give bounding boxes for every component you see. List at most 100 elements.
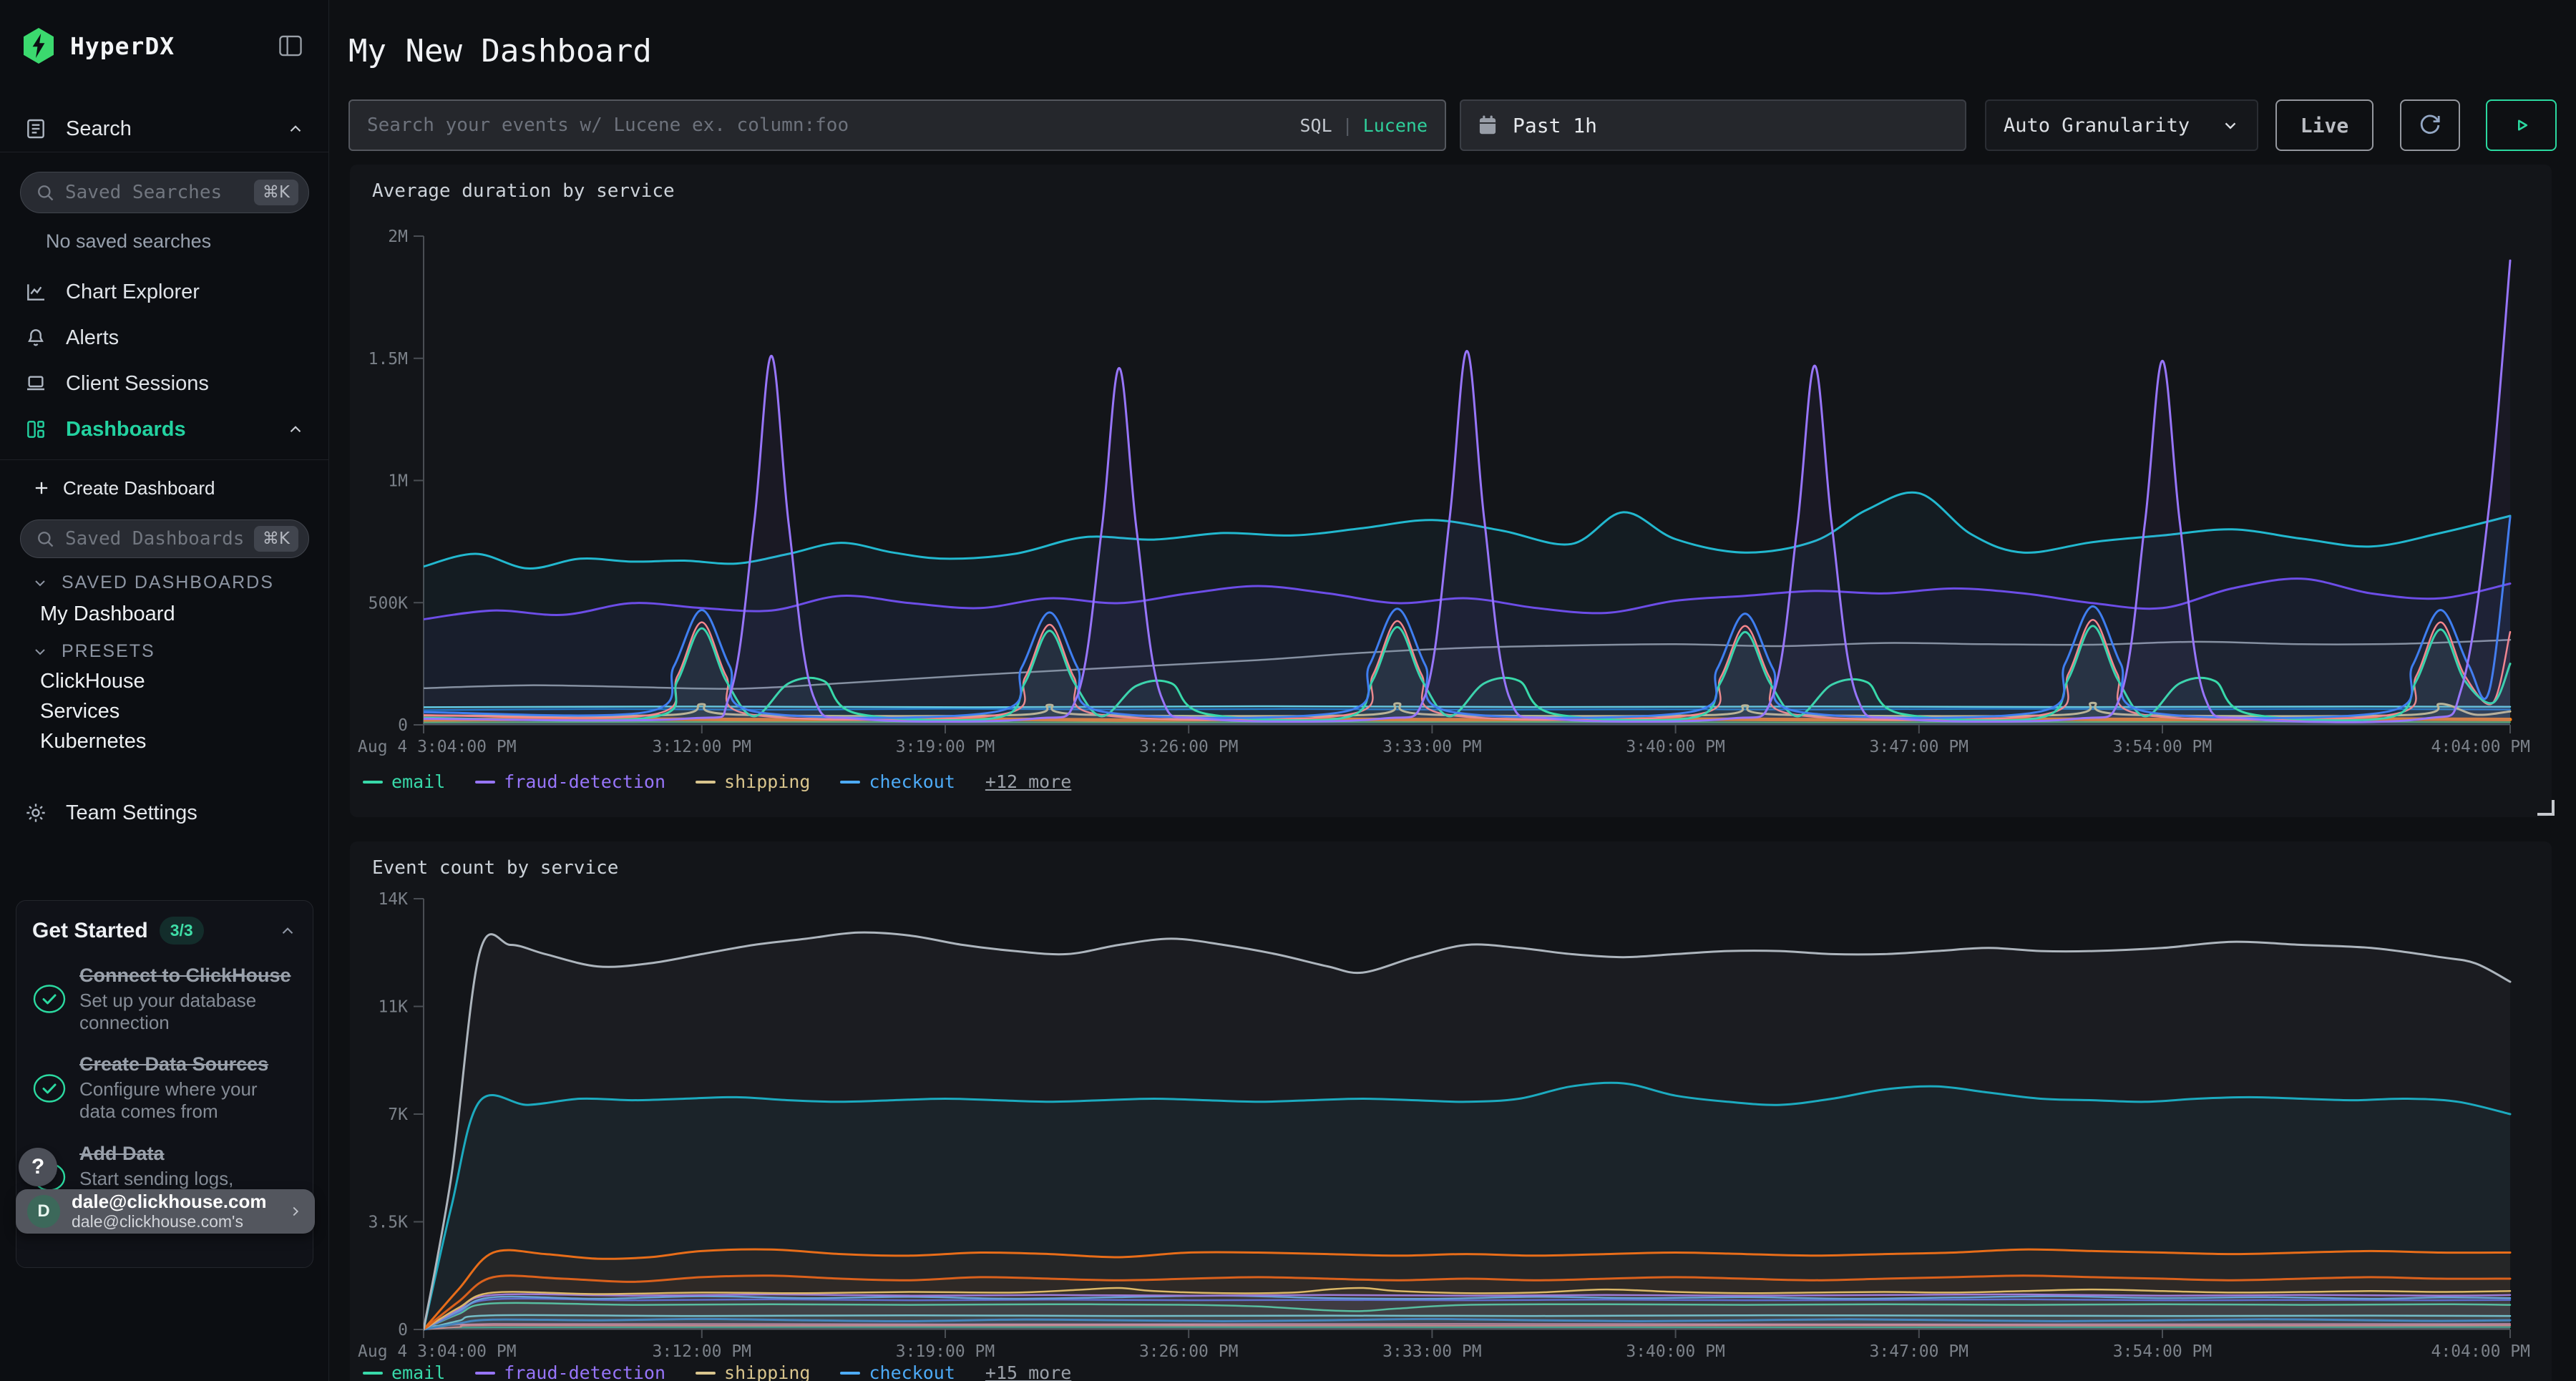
panel-resize-handle[interactable]	[2537, 800, 2555, 816]
chart-legend: email fraud-detection shipping checkout +15 …	[363, 1362, 1071, 1381]
legend-item-checkout[interactable]: checkout	[840, 771, 955, 792]
get-started-item[interactable]: Connect to ClickHouse Set up your databa…	[32, 965, 297, 1033]
legend-more-link[interactable]: +15 more	[985, 1362, 1071, 1381]
legend-swatch	[475, 1372, 495, 1375]
get-started-item[interactable]: Create Data Sources Configure where your…	[32, 1053, 297, 1122]
sidebar-item-preset-services[interactable]: Services	[40, 700, 119, 723]
legend-more-link[interactable]: +12 more	[985, 771, 1071, 792]
chevron-down-icon	[31, 575, 49, 592]
hyperdx-logo-icon	[21, 27, 56, 64]
svg-text:3:26:00 PM: 3:26:00 PM	[1139, 738, 1238, 756]
svg-text:1M: 1M	[388, 472, 408, 491]
chevron-down-icon	[31, 643, 49, 660]
svg-text:3:47:00 PM: 3:47:00 PM	[1870, 738, 1968, 756]
svg-text:3:12:00 PM: 3:12:00 PM	[653, 738, 751, 756]
event-search-input[interactable]: Search your events w/ Lucene ex. column:…	[348, 99, 1446, 151]
get-started-title: Get Started	[32, 919, 148, 943]
legend-swatch	[696, 781, 716, 784]
create-dashboard-button[interactable]: Create Dashboard	[31, 471, 215, 505]
refresh-icon	[2416, 112, 2444, 139]
legend-item-email[interactable]: email	[363, 1362, 445, 1381]
svg-text:Aug 4 3:04:00 PM: Aug 4 3:04:00 PM	[358, 1342, 517, 1361]
saved-dashboards-placeholder: Saved Dashboards	[65, 528, 254, 550]
sidebar-item-team-settings[interactable]: Team Settings	[0, 790, 329, 836]
chart-plot: 14K11K7K3.5K0Aug 4 3:04:00 PM3:12:00 PM3…	[350, 841, 2552, 1381]
legend-item-email[interactable]: email	[363, 771, 445, 792]
svg-text:3:47:00 PM: 3:47:00 PM	[1870, 1342, 1968, 1361]
svg-text:3:19:00 PM: 3:19:00 PM	[896, 1342, 995, 1361]
sidebar-item-alerts[interactable]: Alerts	[0, 316, 329, 359]
sidebar-section-search[interactable]: Search	[0, 106, 329, 152]
event-search-placeholder: Search your events w/ Lucene ex. column:…	[367, 114, 1299, 136]
legend-swatch	[840, 781, 860, 784]
bell-icon	[24, 326, 47, 349]
chevron-right-icon	[288, 1202, 303, 1221]
user-menu[interactable]: D dale@clickhouse.com dale@clickhouse.co…	[16, 1189, 315, 1234]
get-started-progress-badge: 3/3	[160, 917, 204, 945]
chart-panel-average-duration: Average duration by service2M1.5M1M500K0…	[350, 165, 2552, 817]
presets-section-header[interactable]: PRESETS	[31, 641, 155, 662]
sidebar: HyperDX Search Saved Searches ⌘K No save…	[0, 0, 329, 1381]
divider	[0, 459, 328, 460]
legend-item-fraud-detection[interactable]: fraud-detection	[475, 771, 665, 792]
check-circle-icon	[32, 1073, 67, 1104]
check-circle-icon	[32, 983, 67, 1015]
saved-searches-input[interactable]: Saved Searches ⌘K	[20, 172, 309, 213]
legend-swatch	[363, 781, 383, 784]
sidebar-item-chart-explorer[interactable]: Chart Explorer	[0, 270, 329, 313]
legend-item-checkout[interactable]: checkout	[840, 1362, 955, 1381]
svg-text:2M: 2M	[388, 228, 408, 246]
chart-plot: 2M1.5M1M500K0Aug 4 3:04:00 PM3:12:00 PM3…	[350, 165, 2552, 817]
time-range-picker[interactable]: Past 1h	[1460, 99, 1966, 151]
sidebar-item-client-sessions[interactable]: Client Sessions	[0, 362, 329, 405]
sql-toggle[interactable]: SQL	[1299, 115, 1332, 136]
help-button[interactable]: ?	[19, 1148, 57, 1186]
run-query-button[interactable]	[2486, 99, 2557, 151]
granularity-value: Auto Granularity	[2004, 114, 2221, 137]
page-title[interactable]: My New Dashboard	[348, 33, 652, 69]
refresh-button[interactable]	[2400, 99, 2460, 151]
chevron-up-icon[interactable]	[278, 922, 297, 940]
sidebar-item-preset-kubernetes[interactable]: Kubernetes	[40, 730, 146, 753]
logo-row: HyperDX	[21, 26, 308, 66]
svg-text:3:40:00 PM: 3:40:00 PM	[1626, 738, 1724, 756]
svg-text:7K: 7K	[388, 1106, 408, 1124]
user-team: dale@clickhouse.com's	[72, 1212, 288, 1232]
legend-swatch	[840, 1372, 860, 1375]
saved-dashboards-section-header[interactable]: SAVED DASHBOARDS	[31, 572, 274, 593]
sidebar-item-dashboards[interactable]: Dashboards	[0, 408, 329, 451]
svg-text:4:04:00 PM: 4:04:00 PM	[2431, 1342, 2530, 1361]
legend-item-fraud-detection[interactable]: fraud-detection	[475, 1362, 665, 1381]
legend-item-shipping[interactable]: shipping	[696, 771, 810, 792]
svg-text:3:33:00 PM: 3:33:00 PM	[1382, 738, 1481, 756]
svg-text:3:26:00 PM: 3:26:00 PM	[1139, 1342, 1238, 1361]
svg-text:0: 0	[398, 1321, 408, 1339]
chevron-up-icon[interactable]	[286, 119, 305, 138]
sidebar-item-preset-clickhouse[interactable]: ClickHouse	[40, 670, 145, 693]
live-button[interactable]: Live	[2275, 99, 2373, 151]
sidebar-item-my-dashboard[interactable]: My Dashboard	[40, 602, 175, 626]
lucene-toggle[interactable]: Lucene	[1363, 115, 1428, 136]
brand-name: HyperDX	[70, 32, 175, 60]
laptop-icon	[24, 372, 47, 395]
avatar: D	[27, 1195, 60, 1228]
time-range-value: Past 1h	[1513, 114, 1597, 137]
legend-item-shipping[interactable]: shipping	[696, 1362, 810, 1381]
search-icon	[35, 182, 55, 202]
svg-text:11K: 11K	[378, 998, 408, 1017]
legend-swatch	[363, 1372, 383, 1375]
chevron-up-icon[interactable]	[286, 420, 305, 439]
svg-text:Aug 4 3:04:00 PM: Aug 4 3:04:00 PM	[358, 738, 517, 756]
collapse-sidebar-icon[interactable]	[275, 31, 306, 60]
granularity-select[interactable]: Auto Granularity	[1985, 99, 2258, 151]
svg-text:4:04:00 PM: 4:04:00 PM	[2431, 738, 2530, 756]
journal-icon	[24, 117, 47, 140]
legend-swatch	[475, 781, 495, 784]
chart-panel-event-count: Event count by service14K11K7K3.5K0Aug 4…	[350, 841, 2552, 1381]
saved-dashboards-input[interactable]: Saved Dashboards ⌘K	[20, 519, 309, 558]
calendar-icon	[1477, 114, 1498, 137]
shortcut-badge: ⌘K	[254, 180, 298, 205]
chart-line-icon	[24, 280, 47, 303]
search-icon	[35, 529, 55, 549]
svg-text:3.5K: 3.5K	[369, 1214, 409, 1232]
